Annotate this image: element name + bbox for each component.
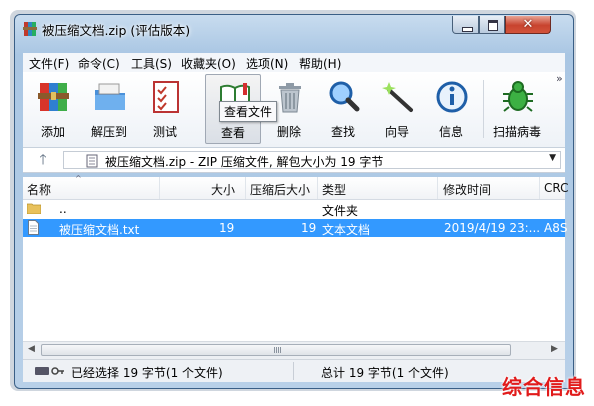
column-divider bbox=[317, 177, 318, 199]
info-button[interactable]: 信息 bbox=[423, 74, 479, 144]
status-selected: 已经选择 19 字节(1 个文件) bbox=[71, 366, 223, 380]
row-type: 文件夹 bbox=[322, 204, 359, 218]
menu-favorites[interactable]: 收藏夹(O) bbox=[181, 55, 236, 72]
table-row[interactable]: .. 文件夹 bbox=[23, 200, 565, 218]
info-icon bbox=[436, 81, 468, 113]
column-type[interactable]: 类型 bbox=[322, 181, 346, 198]
archive-file-icon bbox=[86, 154, 98, 168]
books-add-icon bbox=[38, 83, 69, 111]
row-type: 文本文档 bbox=[322, 223, 371, 237]
menu-options[interactable]: 选项(N) bbox=[246, 55, 288, 72]
window-title: 被压缩文档.zip (评估版本) bbox=[42, 23, 191, 38]
winrar-window: 被压缩文档.zip (评估版本) ✕ 文件(F) 命令(C) 工具(S) 收藏夹… bbox=[14, 14, 574, 389]
add-button[interactable]: 添加 bbox=[25, 74, 81, 144]
trash-delete-icon bbox=[279, 83, 301, 113]
menu-help[interactable]: 帮助(H) bbox=[299, 55, 341, 72]
wizard-button[interactable]: 向导 bbox=[369, 74, 425, 144]
scan-virus-button[interactable]: 扫描病毒 bbox=[485, 74, 549, 144]
scroll-left-icon[interactable]: ◀ bbox=[28, 344, 35, 354]
watermark-text: 综合信息 bbox=[502, 375, 586, 399]
drive-key-icon bbox=[35, 367, 64, 375]
column-packed[interactable]: 压缩后大小 bbox=[250, 181, 310, 198]
minimize-icon bbox=[462, 27, 473, 32]
menu-tools[interactable]: 工具(S) bbox=[131, 55, 172, 72]
toolbar-overflow-button[interactable]: » bbox=[556, 72, 563, 85]
wizard-label: 向导 bbox=[384, 125, 409, 139]
folder-icon bbox=[27, 203, 41, 214]
extract-to-button[interactable]: 解压到 bbox=[81, 74, 137, 144]
column-divider bbox=[159, 177, 160, 199]
menu-bar: 文件(F) 命令(C) 工具(S) 收藏夹(O) 选项(N) 帮助(H) bbox=[23, 53, 565, 72]
checklist-test-icon bbox=[153, 81, 179, 113]
column-modified[interactable]: 修改时间 bbox=[443, 181, 491, 198]
grip-icon bbox=[274, 347, 281, 353]
menu-file[interactable]: 文件(F) bbox=[29, 55, 69, 72]
close-icon: ✕ bbox=[522, 17, 534, 32]
status-divider bbox=[293, 362, 294, 380]
view-label: 查看 bbox=[220, 126, 245, 140]
scroll-right-icon[interactable]: ▶ bbox=[551, 344, 558, 354]
column-crc[interactable]: CRC bbox=[544, 181, 569, 195]
scan-virus-label: 扫描病毒 bbox=[492, 125, 541, 139]
address-bar: 🡑 被压缩文档.zip - ZIP 压缩文件, 解包大小为 19 字节 ▼ bbox=[23, 148, 565, 173]
find-label: 查找 bbox=[330, 125, 355, 139]
column-divider bbox=[245, 177, 246, 199]
horizontal-scrollbar[interactable]: ◀ ▶ bbox=[23, 341, 565, 359]
test-button[interactable]: 测试 bbox=[137, 74, 193, 144]
view-tooltip: 查看文件 bbox=[219, 101, 278, 122]
text-file-icon bbox=[28, 220, 39, 235]
minimize-button[interactable] bbox=[452, 16, 479, 34]
row-crc: A8S bbox=[544, 221, 568, 235]
column-divider bbox=[539, 177, 540, 199]
sort-caret-icon: ^ bbox=[75, 174, 82, 183]
toolbar: 添加 解压到 测试 查看 删除 查找 向导 信息 扫描病毒 » bbox=[23, 72, 565, 148]
close-button[interactable]: ✕ bbox=[505, 16, 551, 34]
row-size: 19 bbox=[219, 221, 235, 235]
scrollbar-thumb[interactable] bbox=[41, 344, 511, 356]
delete-label: 删除 bbox=[276, 125, 301, 139]
address-text: 被压缩文档.zip - ZIP 压缩文件, 解包大小为 19 字节 bbox=[105, 155, 384, 169]
test-label: 测试 bbox=[152, 125, 177, 139]
status-bar: 已经选择 19 字节(1 个文件) 总计 19 字节(1 个文件) bbox=[23, 359, 565, 382]
chevron-down-icon[interactable]: ▼ bbox=[549, 153, 556, 163]
status-total: 总计 19 字节(1 个文件) bbox=[321, 366, 449, 380]
column-divider bbox=[437, 177, 438, 199]
list-header: 名称 ^ 大小 压缩后大小 类型 修改时间 CRC bbox=[23, 174, 569, 200]
title-bar[interactable]: 被压缩文档.zip (评估版本) ✕ bbox=[15, 15, 573, 43]
column-name[interactable]: 名称 bbox=[27, 181, 51, 198]
toolbar-separator bbox=[483, 80, 484, 138]
wand-wizard-icon bbox=[382, 82, 413, 112]
menu-commands[interactable]: 命令(C) bbox=[78, 55, 120, 72]
column-size[interactable]: 大小 bbox=[211, 181, 235, 198]
winrar-app-icon bbox=[23, 22, 37, 36]
path-field[interactable]: 被压缩文档.zip - ZIP 压缩文件, 解包大小为 19 字节 ▼ bbox=[63, 151, 561, 169]
row-name: 被压缩文档.txt bbox=[59, 223, 140, 237]
find-button[interactable]: 查找 bbox=[315, 74, 371, 144]
maximize-icon bbox=[488, 20, 498, 31]
row-modified: 2019/4/19 23:... bbox=[444, 221, 541, 235]
add-label: 添加 bbox=[40, 125, 65, 139]
extract-to-label: 解压到 bbox=[90, 125, 127, 139]
maximize-button[interactable] bbox=[479, 16, 505, 34]
bug-scan-icon bbox=[503, 81, 533, 112]
folder-extract-icon bbox=[95, 83, 125, 110]
row-packed: 19 bbox=[301, 221, 317, 235]
magnifier-find-icon bbox=[329, 81, 360, 112]
table-row-selected[interactable]: 被压缩文档.txt 19 19 文本文档 2019/4/19 23:... A8… bbox=[23, 219, 568, 237]
info-label: 信息 bbox=[438, 125, 463, 139]
up-arrow-button[interactable]: 🡑 bbox=[28, 151, 58, 169]
row-name: .. bbox=[59, 202, 67, 216]
